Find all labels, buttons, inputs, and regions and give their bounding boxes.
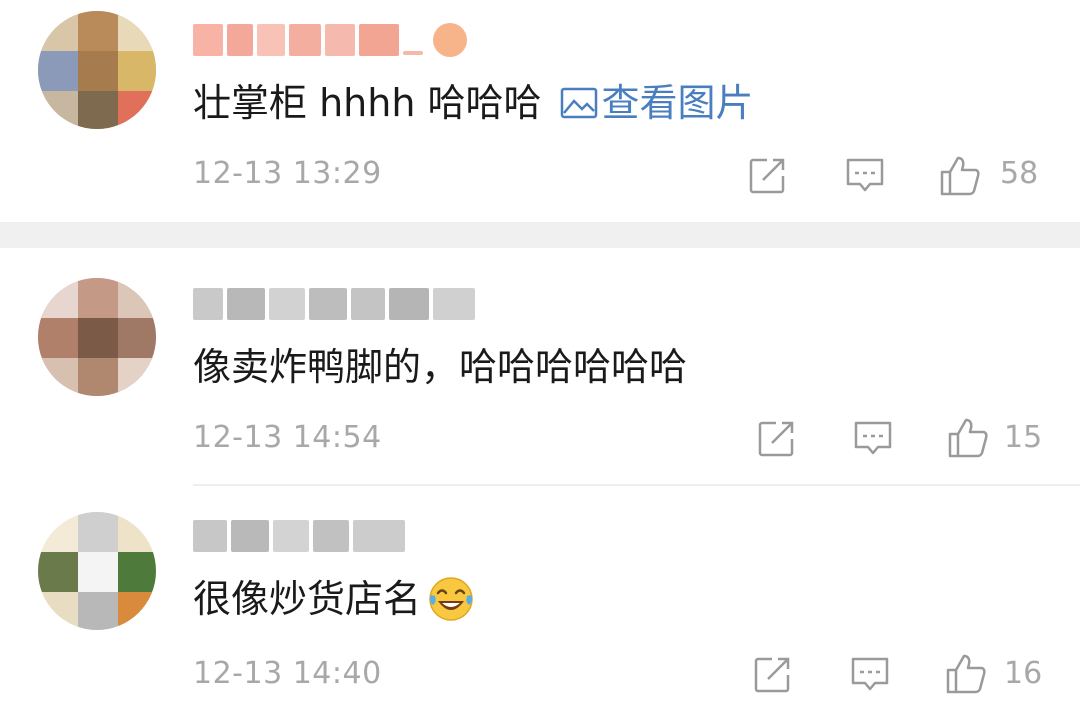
timestamp: 12-13 13:29 — [193, 156, 382, 191]
timestamp: 12-13 14:40 — [193, 656, 382, 691]
avatar[interactable] — [38, 11, 156, 129]
comment-icon[interactable] — [844, 156, 886, 196]
comment-body: 像卖炸鸭脚的，哈哈哈哈哈哈 — [193, 345, 688, 389]
comment-body: 壮掌柜 hhhh 哈哈哈 — [193, 81, 542, 125]
comment-text: 很像炒货店名 — [193, 574, 475, 624]
repost-icon[interactable] — [756, 419, 796, 459]
avatar[interactable] — [38, 278, 156, 396]
comment-icon[interactable] — [849, 655, 891, 695]
repost-icon[interactable] — [747, 156, 787, 196]
comment-body: 很像炒货店名 — [193, 577, 422, 621]
like-icon[interactable] — [944, 652, 988, 696]
comment-item: 很像炒货店名 12-13 14:40 16 — [0, 486, 1080, 707]
comment-item: 壮掌柜 hhhh 哈哈哈 查看图片 12-13 13:29 58 — [0, 0, 1080, 222]
avatar[interactable] — [38, 512, 156, 630]
comment-text: 像卖炸鸭脚的，哈哈哈哈哈哈 — [193, 342, 687, 392]
section-separator — [0, 222, 1080, 248]
view-image-label: 查看图片 — [601, 81, 754, 125]
repost-icon[interactable] — [752, 655, 792, 695]
like-icon[interactable] — [946, 416, 990, 460]
like-count: 58 — [1000, 156, 1039, 191]
username-blurred[interactable] — [193, 516, 409, 556]
timestamp: 12-13 14:54 — [193, 420, 382, 455]
comment-item: 像卖炸鸭脚的，哈哈哈哈哈哈 12-13 14:54 15 — [0, 248, 1080, 484]
like-count: 15 — [1004, 420, 1043, 455]
comment-text: 壮掌柜 hhhh 哈哈哈 查看图片 — [193, 78, 754, 128]
like-icon[interactable] — [938, 154, 982, 198]
like-count: 16 — [1004, 656, 1043, 691]
laugh-cry-emoji-icon — [429, 577, 473, 621]
comment-icon[interactable] — [852, 419, 894, 459]
username-blurred[interactable] — [193, 20, 471, 60]
image-icon — [560, 87, 597, 119]
username-blurred[interactable] — [193, 284, 479, 324]
view-image-link[interactable]: 查看图片 — [560, 78, 754, 128]
